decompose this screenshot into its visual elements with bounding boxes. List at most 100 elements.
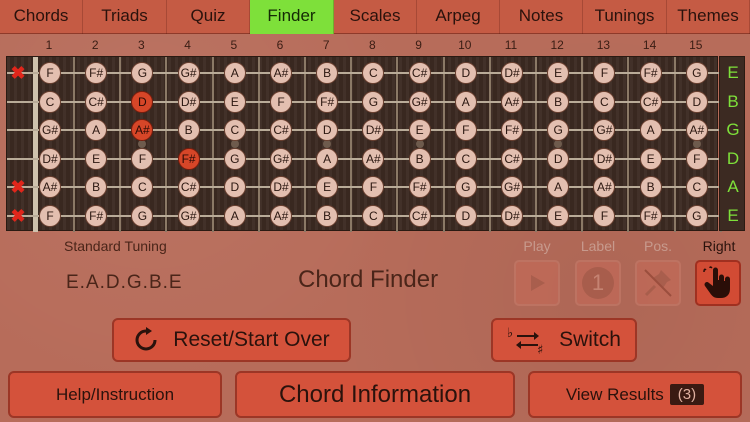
fret-note[interactable]: D# — [501, 204, 523, 227]
tab-triads[interactable]: Triads — [83, 0, 167, 34]
fret-note[interactable]: F# — [501, 119, 523, 141]
fret-note[interactable]: C — [454, 147, 477, 170]
fret-note[interactable]: A# — [593, 176, 616, 198]
fret-note[interactable]: C — [223, 119, 246, 141]
fret-note[interactable]: A# — [270, 62, 292, 84]
fret-note[interactable]: D# — [270, 176, 292, 198]
open-string-label[interactable]: B — [720, 92, 746, 112]
fret-note[interactable]: C — [685, 176, 708, 198]
position-button[interactable] — [635, 260, 681, 306]
fret-note[interactable]: F — [39, 204, 61, 227]
fret-note[interactable]: A — [454, 90, 477, 113]
fret-note[interactable]: C# — [501, 147, 523, 170]
fret-note[interactable]: B — [316, 204, 339, 227]
fret-note[interactable]: G — [547, 119, 570, 141]
fret-note[interactable]: F# — [639, 62, 662, 84]
fret-note[interactable]: F — [362, 176, 385, 198]
right-hand-button[interactable] — [695, 260, 741, 306]
fret-note[interactable]: G — [131, 62, 154, 84]
fret-note[interactable]: A — [85, 119, 108, 141]
fret-note[interactable]: C — [362, 62, 385, 84]
fret-note[interactable]: C# — [270, 119, 292, 141]
fret-note[interactable]: G — [223, 147, 246, 170]
fret-note[interactable]: D — [454, 204, 477, 227]
open-string-label[interactable]: E — [720, 63, 746, 83]
fret-note[interactable]: A# — [362, 147, 385, 170]
help-button[interactable]: Help/Instruction — [8, 371, 222, 418]
fret-note[interactable]: G# — [177, 204, 200, 227]
tuning-value[interactable]: E.A.D.G.B.E — [66, 272, 183, 294]
play-button[interactable] — [514, 260, 560, 306]
fret-note[interactable]: C# — [408, 62, 431, 84]
fret-note[interactable]: F — [270, 90, 292, 113]
fret-note[interactable]: D# — [501, 62, 523, 84]
fret-note[interactable]: F# — [316, 90, 339, 113]
mute-x-icon[interactable]: ✖ — [10, 178, 26, 196]
fret-note[interactable]: B — [547, 90, 570, 113]
mute-x-icon[interactable]: ✖ — [10, 207, 26, 225]
fret-note[interactable]: F — [593, 204, 616, 227]
fret-note[interactable]: A — [547, 176, 570, 198]
fret-note[interactable]: G# — [177, 62, 200, 84]
fret-note[interactable]: D — [316, 119, 339, 141]
fret-note[interactable]: A# — [131, 119, 154, 141]
open-string-label[interactable]: D — [720, 149, 746, 169]
fret-note[interactable]: D — [223, 176, 246, 198]
fret-note[interactable]: D — [454, 62, 477, 84]
fret-note[interactable]: C — [131, 176, 154, 198]
fret-note[interactable]: C# — [639, 90, 662, 113]
fret-note[interactable]: C# — [408, 204, 431, 227]
fret-note[interactable]: E — [547, 204, 570, 227]
fret-note[interactable]: F# — [639, 204, 662, 227]
fret-note[interactable]: B — [177, 119, 200, 141]
fret-note[interactable]: C# — [85, 90, 108, 113]
fret-note[interactable]: F — [685, 147, 708, 170]
fret-note[interactable]: D# — [177, 90, 200, 113]
fret-note[interactable]: A — [316, 147, 339, 170]
tab-arpeg[interactable]: Arpeg — [417, 0, 500, 34]
tab-scales[interactable]: Scales — [334, 0, 417, 34]
fret-note[interactable]: B — [408, 147, 431, 170]
chord-information-button[interactable]: Chord Information — [235, 371, 515, 418]
fret-note[interactable]: A# — [39, 176, 61, 198]
tab-notes[interactable]: Notes — [500, 0, 583, 34]
fret-note[interactable]: C — [39, 90, 61, 113]
open-string-label[interactable]: G — [720, 120, 746, 140]
fret-note[interactable]: F# — [85, 62, 108, 84]
open-string-label[interactable]: E — [720, 206, 746, 226]
fret-note[interactable]: B — [85, 176, 108, 198]
fret-note[interactable]: F — [39, 62, 61, 84]
fret-note[interactable]: B — [639, 176, 662, 198]
open-string-label[interactable]: A — [720, 177, 746, 197]
fret-note[interactable]: A# — [501, 90, 523, 113]
fret-note[interactable]: D# — [593, 147, 616, 170]
fret-note[interactable]: F — [593, 62, 616, 84]
fret-note[interactable]: A — [639, 119, 662, 141]
fret-note[interactable]: G — [685, 204, 708, 227]
fret-note[interactable]: G# — [39, 119, 61, 141]
fret-note[interactable]: D# — [362, 119, 385, 141]
fret-note[interactable]: E — [639, 147, 662, 170]
fret-note[interactable]: G# — [501, 176, 523, 198]
fret-note[interactable]: G# — [270, 147, 292, 170]
fret-note[interactable]: E — [223, 90, 246, 113]
fret-note[interactable]: F# — [408, 176, 431, 198]
tab-tunings[interactable]: Tunings — [583, 0, 667, 34]
fret-note[interactable]: G — [131, 204, 154, 227]
tab-themes[interactable]: Themes — [667, 0, 750, 34]
tab-quiz[interactable]: Quiz — [167, 0, 250, 34]
reset-button[interactable]: Reset/Start Over — [112, 318, 351, 362]
fret-note[interactable]: C — [593, 90, 616, 113]
tab-finder[interactable]: Finder — [250, 0, 334, 34]
fret-note[interactable]: E — [547, 62, 570, 84]
fret-note[interactable]: A — [223, 62, 246, 84]
view-results-button[interactable]: View Results (3) — [528, 371, 742, 418]
switch-button[interactable]: ♭ ♯ Switch — [491, 318, 637, 362]
fret-note[interactable]: A# — [270, 204, 292, 227]
fret-note[interactable]: G# — [593, 119, 616, 141]
fret-note[interactable]: A# — [685, 119, 708, 141]
fret-note[interactable]: D — [131, 90, 154, 113]
fret-note[interactable]: E — [316, 176, 339, 198]
mute-x-icon[interactable]: ✖ — [10, 64, 26, 82]
fret-note[interactable]: F# — [85, 204, 108, 227]
